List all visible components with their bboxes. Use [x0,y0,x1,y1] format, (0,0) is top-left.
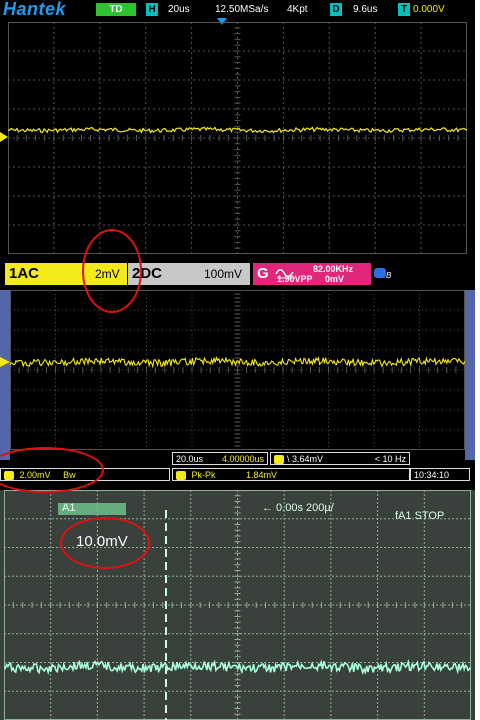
trigger-level-icon: T [398,3,410,16]
trigger-level-readout: 0.000V [413,4,445,15]
delay-readout: 9.6us [353,4,378,15]
measurement-channel-icon [176,471,186,481]
ch2-settings-box[interactable]: 2DC 100mV [128,263,250,285]
channel-header-label: A1 [62,502,76,514]
hantek-logo: Hantek [3,0,67,19]
timebase-readout: 20.0us [176,454,204,464]
generator-settings-box[interactable]: G 82.00KHz 1.90VPP 0mV [253,263,371,285]
trigger-readout: fA1 STOP [395,510,445,522]
trigger-box[interactable]: \ 3.64mV < 10 Hz [270,452,410,465]
trigger-edge-icon: \ [287,454,290,464]
ch2-scale-label: 100mV [204,267,243,281]
ch1-ground-marker-icon[interactable] [0,132,8,142]
hantek-scope-screen: Hantek TD H 20us 12.50MSa/s 4Kpt D 9.6us… [0,0,475,290]
sample-rate-readout: 12.50MSa/s [215,4,269,15]
annotation-circle-ch1-scale [82,229,142,313]
generator-label: G [257,265,269,282]
record-toggle-label: B [386,271,392,280]
measurement-value: 1.84mV [246,470,278,480]
time-readout: ← 0.00s 200µ/ [262,502,334,514]
trigger-level-readout: 3.64mV [292,454,324,464]
measurement-label: Pk-Pk [191,470,216,480]
clock-box: 10:34:10 [410,468,470,481]
scope2-waveform-grid [10,290,465,450]
annotation-circle-analog-scale [60,517,150,569]
ch1-coupling-label: 1AC [9,265,40,282]
timebase-box[interactable]: 20.0us 4.00000us [172,452,268,465]
ch1-ground-marker-icon[interactable] [0,357,10,367]
time-offset-readout: 4.00000us [221,454,264,464]
right-side-strip [465,290,475,460]
hantek-status-bar: Hantek TD H 20us 12.50MSa/s 4Kpt D 9.6us… [0,0,475,20]
measurement-box[interactable]: Pk-Pk 1.84mV [172,468,410,481]
memory-depth-readout: 4Kpt [287,4,308,15]
left-side-strip [0,290,10,460]
mode-badge[interactable]: TD [96,3,136,16]
delay-icon: D [330,3,342,16]
timebase-readout: 20us [168,4,190,15]
clock-readout: 10:34:10 [414,470,450,480]
trigger-channel-icon [274,455,284,465]
generator-offset: 0mV [325,274,345,284]
generator-frequency: 82.00KHz [313,264,354,274]
timebase-icon: H [146,3,158,16]
record-toggle-icon[interactable] [374,268,386,278]
generator-amplitude: 1.90VPP [277,274,313,284]
frequency-readout: < 10 Hz [374,454,406,464]
hantek-waveform-grid [8,22,467,254]
